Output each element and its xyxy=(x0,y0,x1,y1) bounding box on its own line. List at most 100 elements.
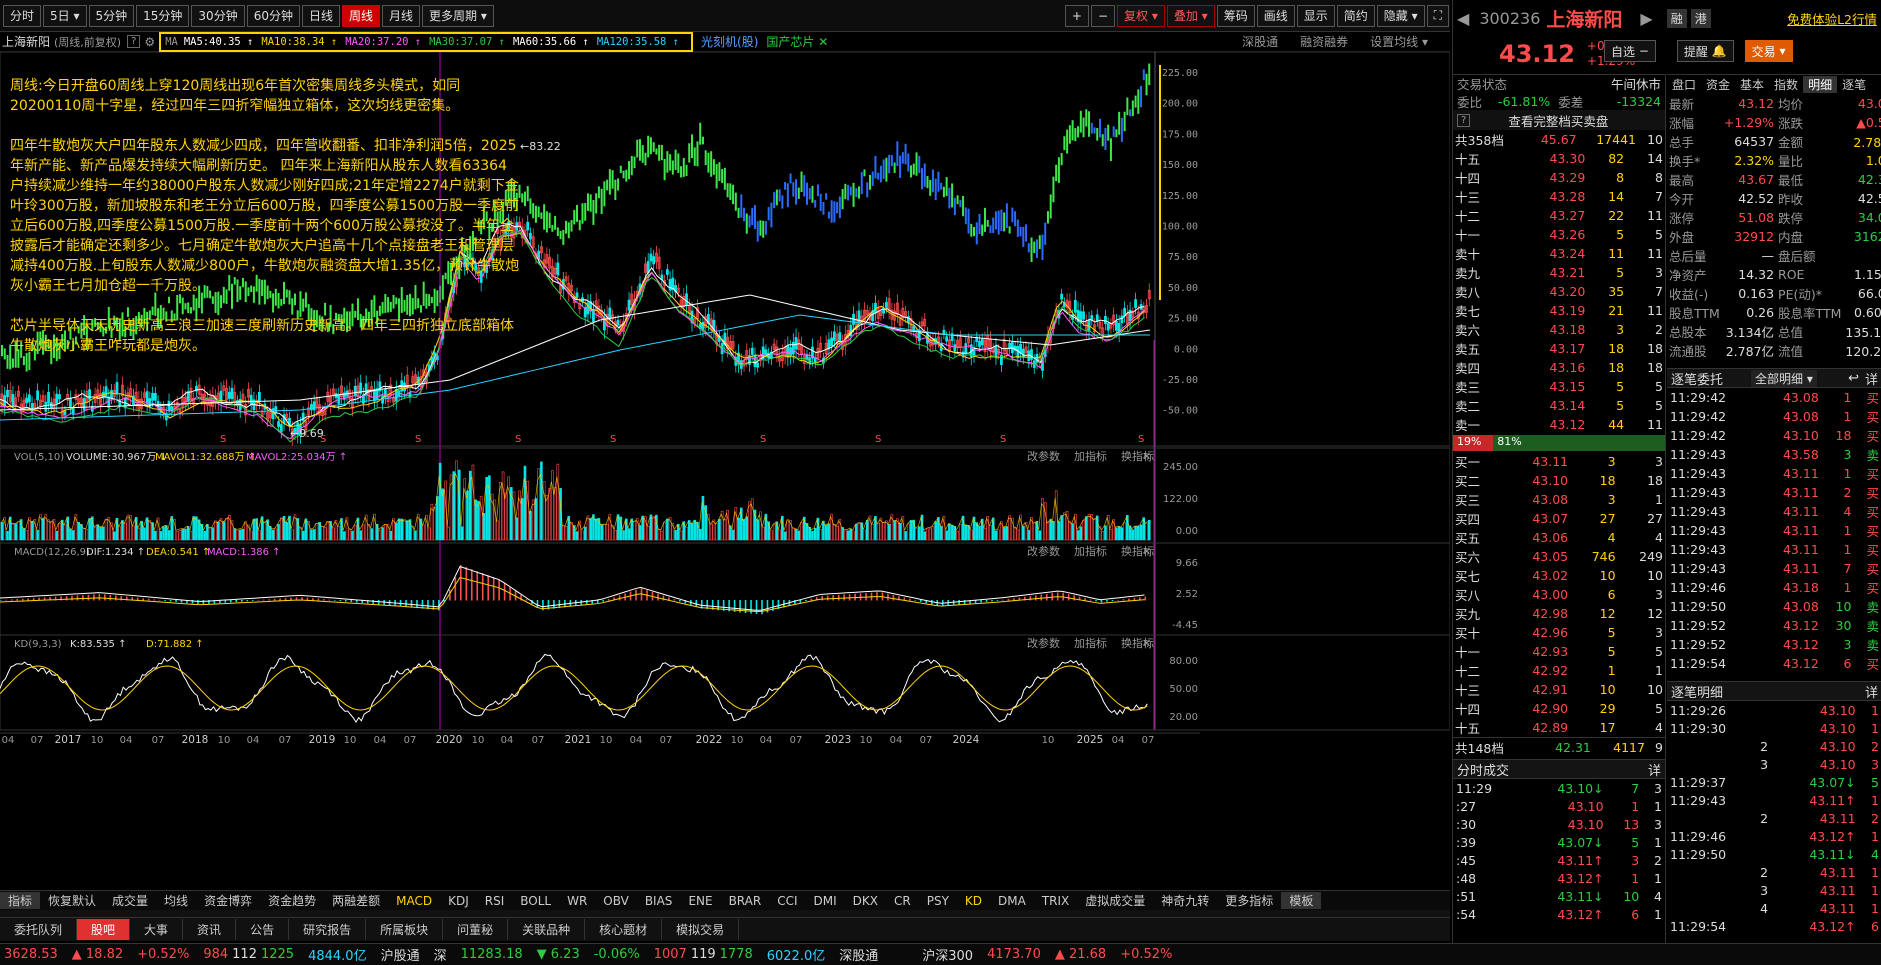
indicator-tab-4[interactable]: 资金博弈 xyxy=(196,892,260,909)
sh-index[interactable]: 3628.53 xyxy=(4,947,58,962)
detail-filter-select[interactable]: 全部明细 ▾ xyxy=(1751,369,1817,387)
hk-badge[interactable]: 港 xyxy=(1690,8,1711,28)
indicator-tab-24[interactable]: 虚拟成交量 xyxy=(1077,892,1153,909)
order-detail-more[interactable]: 详 xyxy=(1865,369,1878,388)
hgt-label[interactable]: 沪股通 xyxy=(381,945,420,964)
orderbook-row[interactable]: 十三 42.91 10 10 xyxy=(1453,680,1665,699)
trade-detail-more[interactable]: 详 xyxy=(1865,682,1878,701)
full-orderbook-button[interactable]: ? 查看完整档买卖盘 xyxy=(1453,110,1665,130)
indicator-tab-19[interactable]: CR xyxy=(886,894,919,908)
orderbook-row[interactable]: 十二 43.27 22 11 xyxy=(1453,206,1665,225)
orderbook-row[interactable]: 卖二 43.14 5 5 xyxy=(1453,396,1665,415)
indicator-tab-5[interactable]: 资金趋势 xyxy=(260,892,324,909)
indicator-tab-16[interactable]: CCI xyxy=(769,894,805,908)
orderbook-row[interactable]: 买一 43.11 3 3 xyxy=(1453,452,1665,471)
period-5[interactable]: 60分钟 xyxy=(246,4,300,27)
indicator-tab-3[interactable]: 均线 xyxy=(156,892,196,909)
panel-tab-0[interactable]: 盘口 xyxy=(1667,76,1701,93)
orderbook-row[interactable]: 十五 43.30 82 14 xyxy=(1453,149,1665,168)
sgt-label[interactable]: 深股通 xyxy=(839,945,878,964)
scroll-strip[interactable] xyxy=(0,910,1450,917)
add-icon[interactable]: + xyxy=(1064,4,1089,27)
period-1[interactable]: 5日 ▾ xyxy=(43,4,87,27)
period-7[interactable]: 周线 xyxy=(342,4,381,27)
ticks-more-button[interactable]: 详 xyxy=(1648,760,1661,779)
indicator-tab-12[interactable]: OBV xyxy=(595,894,637,908)
indicator-tab-9[interactable]: RSI xyxy=(477,894,513,908)
indicator-tab-18[interactable]: DKX xyxy=(845,894,886,908)
indicator-tab-7[interactable]: MACD xyxy=(388,894,440,908)
bottom-tab-10[interactable]: 模拟交易 xyxy=(662,919,740,940)
indicator-tab-22[interactable]: DMA xyxy=(990,894,1034,908)
sec-link-0[interactable]: 深股通 xyxy=(1242,33,1278,50)
orderbook-row[interactable]: 卖八 43.20 35 7 xyxy=(1453,282,1665,301)
indicator-tab-14[interactable]: ENE xyxy=(680,894,720,908)
l2-trial-link[interactable]: 免费体验L2行情 xyxy=(1787,9,1877,28)
panel-tab-1[interactable]: 资金 xyxy=(1701,76,1735,93)
indicator-tab-6[interactable]: 两融差额 xyxy=(324,892,388,909)
indicator-tab-21[interactable]: KD xyxy=(957,894,990,908)
toolbar-btn-0[interactable]: 复权 ▾ xyxy=(1117,4,1165,27)
indicator-tab-27[interactable]: 模板 xyxy=(1281,892,1322,909)
sec-link-1[interactable]: 融资融券 xyxy=(1300,33,1348,50)
settings-icon[interactable]: ⚙ xyxy=(144,35,155,49)
bottom-tab-1[interactable]: 股吧 xyxy=(77,919,131,940)
orderbook-row[interactable]: 十一 43.26 5 5 xyxy=(1453,225,1665,244)
indicator-tab-23[interactable]: TRIX xyxy=(1034,894,1077,908)
orderbook-row[interactable]: 卖九 43.21 5 3 xyxy=(1453,263,1665,282)
indicator-tab-17[interactable]: DMI xyxy=(806,894,845,908)
prev-stock-icon[interactable]: ◀ xyxy=(1457,9,1469,28)
orderbook-row[interactable]: 十三 43.28 14 7 xyxy=(1453,187,1665,206)
period-8[interactable]: 月线 xyxy=(382,4,421,27)
help-icon[interactable]: ? xyxy=(127,35,141,48)
indicator-tab-13[interactable]: BIAS xyxy=(637,894,681,908)
minus-icon[interactable]: − xyxy=(1090,4,1115,27)
orderbook-row[interactable]: 卖四 43.16 18 18 xyxy=(1453,358,1665,377)
bottom-tab-0[interactable]: 委托队列 xyxy=(0,919,78,940)
orderbook-row[interactable]: 十一 42.93 5 5 xyxy=(1453,642,1665,661)
bottom-tab-7[interactable]: 问董秘 xyxy=(443,919,509,940)
period-9[interactable]: 更多周期 ▾ xyxy=(422,4,494,27)
next-stock-icon[interactable]: ▶ xyxy=(1640,9,1652,28)
indicator-tab-2[interactable]: 成交量 xyxy=(104,892,156,909)
indicator-tab-20[interactable]: PSY xyxy=(919,894,957,908)
orderbook-row[interactable]: 卖七 43.19 21 11 xyxy=(1453,301,1665,320)
back-icon[interactable]: ↩ xyxy=(1848,371,1859,386)
period-2[interactable]: 5分钟 xyxy=(88,4,135,27)
period-0[interactable]: 分时 xyxy=(3,4,42,27)
trade-button[interactable]: 交易 ▾ xyxy=(1744,40,1793,62)
panel-tab-5[interactable]: 逐笔 xyxy=(1837,76,1871,93)
period-3[interactable]: 15分钟 xyxy=(136,4,190,27)
indicator-tab-26[interactable]: 更多指标 xyxy=(1217,892,1281,909)
indicator-tab-10[interactable]: BOLL xyxy=(512,894,559,908)
orderbook-row[interactable]: 十四 43.29 8 8 xyxy=(1453,168,1665,187)
toolbar-btn-5[interactable]: 简约 xyxy=(1336,4,1375,27)
sec-link-2[interactable]: 设置均线 ▾ xyxy=(1370,33,1428,50)
orderbook-row[interactable]: 买十 42.96 5 3 xyxy=(1453,623,1665,642)
orderbook-row[interactable]: 买七 43.02 10 10 xyxy=(1453,566,1665,585)
indicator-tab-0[interactable]: 指标 xyxy=(0,892,41,909)
alert-button[interactable]: 提醒 🔔 xyxy=(1676,40,1734,62)
bottom-tab-3[interactable]: 资讯 xyxy=(183,919,237,940)
bottom-tab-9[interactable]: 核心题材 xyxy=(585,919,663,940)
orderbook-row[interactable]: 卖三 43.15 5 5 xyxy=(1453,377,1665,396)
indicator-tab-8[interactable]: KDJ xyxy=(440,894,477,908)
bottom-tab-6[interactable]: 所属板块 xyxy=(366,919,444,940)
orderbook-row[interactable]: 买九 42.98 12 12 xyxy=(1453,604,1665,623)
bottom-tab-5[interactable]: 研究报告 xyxy=(289,919,367,940)
indicator-tab-15[interactable]: BRAR xyxy=(721,894,770,908)
orderbook-row[interactable]: 买八 43.00 6 3 xyxy=(1453,585,1665,604)
orderbook-row[interactable]: 买三 43.08 3 1 xyxy=(1453,490,1665,509)
toolbar-btn-6[interactable]: 隐藏 ▾ xyxy=(1376,4,1425,27)
sz-index[interactable]: 11283.18 xyxy=(461,947,523,962)
indicator-tab-11[interactable]: WR xyxy=(559,894,595,908)
orderbook-row[interactable]: 卖十 43.24 11 11 xyxy=(1453,244,1665,263)
panel-tab-4[interactable]: 明细 xyxy=(1803,76,1838,93)
indicator-tab-1[interactable]: 恢复默认 xyxy=(40,892,104,909)
toolbar-btn-4[interactable]: 显示 xyxy=(1296,4,1335,27)
concept-tag-1[interactable]: 国产芯片 ✕ xyxy=(766,33,828,50)
concept-tag-0[interactable]: 光刻机(股) xyxy=(701,33,758,50)
orderbook-row[interactable]: 十二 42.92 1 1 xyxy=(1453,661,1665,680)
orderbook-row[interactable]: 买五 43.06 4 4 xyxy=(1453,528,1665,547)
orderbook-row[interactable]: 十五 42.89 17 4 xyxy=(1453,718,1665,737)
